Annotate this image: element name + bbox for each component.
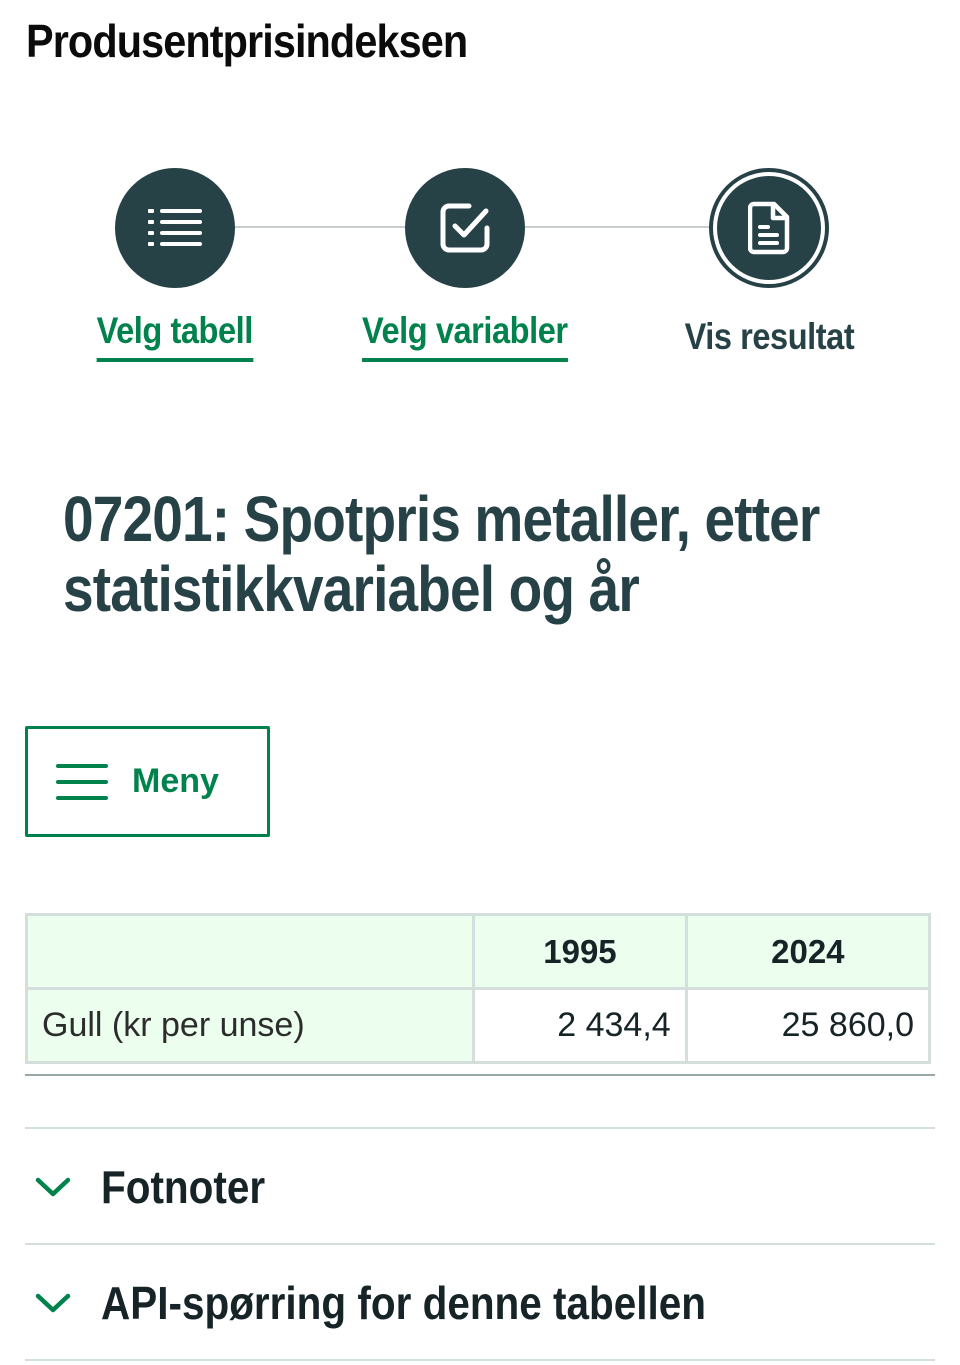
document-icon [748, 201, 790, 255]
list-icon [148, 209, 202, 246]
table-bottom-border [25, 1074, 935, 1076]
step-circle[interactable] [115, 168, 235, 288]
accordion-api-sporring[interactable]: API-spørring for denne tabellen [25, 1243, 935, 1361]
accordion-fotnoter[interactable]: Fotnoter [25, 1127, 935, 1245]
step-circle[interactable] [405, 168, 525, 288]
menu-button[interactable]: Meny [25, 726, 270, 837]
column-header-2024: 2024 [684, 913, 932, 990]
divider [25, 1359, 935, 1361]
step-vis-resultat: Vis resultat [619, 168, 919, 364]
checkbox-icon [440, 203, 490, 253]
accordion-label: API-spørring for denne tabellen [101, 1277, 707, 1329]
hamburger-icon [56, 763, 108, 800]
table-heading: 07201: Spotpris metaller, etter statisti… [63, 483, 820, 625]
table-row: Gull (kr per unse) 2 434,4 25 860,0 [24, 987, 932, 1064]
table-cell: 2 434,4 [472, 987, 688, 1064]
row-header: Gull (kr per unse) [24, 987, 476, 1064]
table-cell: 25 860,0 [684, 987, 932, 1064]
step-velg-tabell[interactable]: Velg tabell [25, 168, 325, 362]
accordion-label: Fotnoter [101, 1161, 266, 1213]
step-velg-variabler[interactable]: Velg variabler [315, 168, 615, 362]
step-circle-current [709, 168, 829, 288]
step-label[interactable]: Velg tabell [96, 310, 254, 362]
column-header-1995: 1995 [472, 913, 688, 990]
menu-label: Meny [132, 762, 219, 800]
step-label-current: Vis resultat [684, 316, 854, 357]
chevron-down-icon [35, 1292, 75, 1314]
page-title: Produsentprisindeksen [26, 15, 468, 67]
table-header-corner [24, 913, 476, 990]
table-header-row: 1995 2024 [24, 913, 932, 990]
data-table: 1995 2024 Gull (kr per unse) 2 434,4 25 … [24, 913, 932, 1064]
page: Produsentprisindeksen Velg tabell Velg v… [0, 0, 960, 1365]
step-circle-inner [717, 176, 821, 280]
step-label[interactable]: Velg variabler [362, 310, 568, 362]
chevron-down-icon [35, 1176, 75, 1198]
